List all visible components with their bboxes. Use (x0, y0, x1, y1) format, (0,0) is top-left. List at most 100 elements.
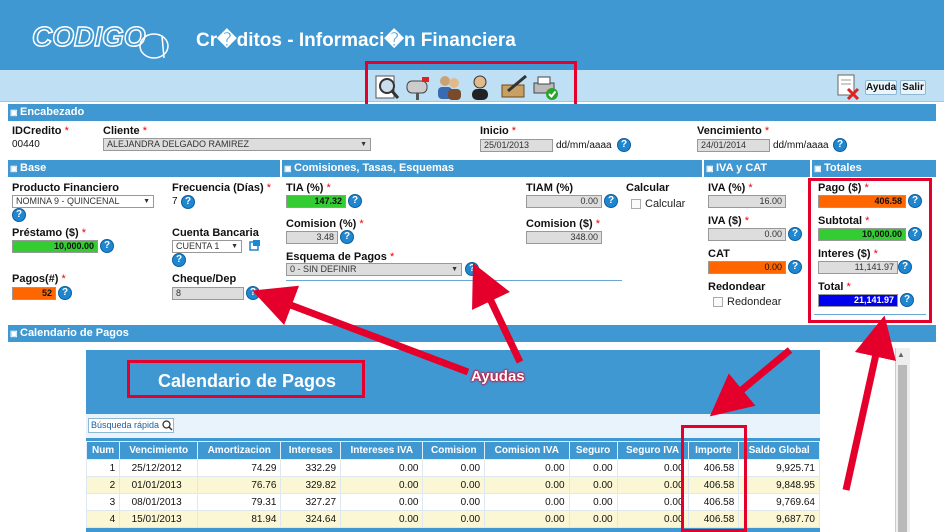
table-cell: 0.00 (340, 459, 424, 477)
pagos-input[interactable]: 52 (12, 287, 56, 300)
help-icon[interactable]: ? (172, 253, 186, 267)
help-icon[interactable]: ? (465, 262, 479, 276)
svg-text:CODIGO: CODIGO (32, 21, 146, 52)
table-cell: 0.00 (616, 476, 689, 494)
cat-label: CAT (708, 248, 730, 260)
redondear-checkbox-label: Redondear (727, 296, 782, 308)
table-cell: 0.00 (484, 510, 570, 528)
table-cell: 327.27 (280, 493, 342, 511)
inicio-label: Inicio * (480, 125, 517, 137)
producto-select[interactable]: NOMINA 9 - QUINCENAL (12, 195, 154, 208)
open-window-icon[interactable] (249, 239, 261, 251)
column-header[interactable]: Amortizacion (197, 441, 282, 460)
column-header[interactable]: Saldo Global (738, 441, 820, 460)
table-cell: 0.00 (340, 476, 424, 494)
column-header[interactable]: Comision (422, 441, 486, 460)
table-cell: 9,769.64 (738, 493, 820, 511)
section-base[interactable]: Base (8, 160, 280, 177)
calendar-title-highlight-box (127, 360, 365, 398)
section-totales[interactable]: Totales (812, 160, 936, 177)
section-comisiones[interactable]: Comisiones, Tasas, Esquemas (282, 160, 702, 177)
table-cell: 0.00 (340, 493, 424, 511)
esquema-select[interactable]: 0 - SIN DEFINIR (286, 263, 462, 276)
cliente-select[interactable]: ALEJANDRA DELGADO RAMIREZ (103, 138, 371, 151)
help-icon[interactable]: ? (833, 138, 847, 152)
table-cell: 4 (85, 510, 121, 528)
column-header[interactable]: Seguro (568, 441, 618, 460)
column-header[interactable]: Num (85, 441, 121, 460)
scrollbar-thumb[interactable] (898, 365, 907, 532)
table-cell: 0.00 (340, 510, 424, 528)
cat-input[interactable]: 0.00 (708, 261, 786, 274)
table-cell: 0.00 (484, 493, 570, 511)
section-iva-cat[interactable]: IVA y CAT (704, 160, 810, 177)
column-header[interactable]: Intereses (280, 441, 342, 460)
table-cell: 332.29 (280, 459, 342, 477)
comision-pct-input[interactable]: 3.48 (286, 231, 338, 244)
vencimiento-format-hint: dd/mm/aaaa (773, 140, 829, 151)
table-cell: 0.00 (422, 493, 486, 511)
help-icon[interactable]: ? (788, 260, 802, 274)
table-cell: 9,848.95 (738, 476, 820, 494)
search-icon[interactable] (162, 420, 173, 431)
calcular-checkbox-label: Calcular (645, 198, 686, 210)
page-title: Cr�ditos - Informaci�n Financiera (196, 30, 516, 51)
section-encabezado[interactable]: Encabezado (8, 104, 936, 121)
comision-amt-input[interactable]: 348.00 (526, 231, 602, 244)
calcular-checkbox[interactable] (631, 199, 641, 209)
esquema-label: Esquema de Pagos * (286, 251, 395, 263)
table-cell: 3 (85, 493, 121, 511)
vencimiento-date-input[interactable]: 24/01/2014 (697, 139, 770, 152)
section-title: Encabezado (20, 106, 85, 118)
help-icon[interactable]: ? (604, 194, 618, 208)
redondear-checkbox[interactable] (713, 297, 723, 307)
iva-pct-input[interactable]: 16.00 (708, 195, 786, 208)
producto-label: Producto Financiero (12, 182, 119, 194)
help-icon[interactable]: ? (788, 227, 802, 241)
tia-label: TIA (%) * (286, 182, 331, 194)
tiam-label: TIAM (%) (526, 182, 574, 194)
table-cell: 79.31 (197, 493, 282, 511)
table-cell: 74.29 (197, 459, 282, 477)
section-calendario[interactable]: Calendario de Pagos (8, 325, 936, 342)
table-cell: 0.00 (568, 476, 618, 494)
cuenta-select[interactable]: CUENTA 1 (172, 240, 242, 253)
prestamo-input[interactable]: 10,000.00 (12, 240, 98, 253)
help-button[interactable]: Ayuda (865, 80, 897, 95)
column-header[interactable]: Seguro IVA (616, 441, 689, 460)
help-icon[interactable]: ? (617, 138, 631, 152)
cheque-input[interactable]: 8 (172, 287, 244, 300)
tia-input[interactable]: 147.32 (286, 195, 346, 208)
column-header[interactable]: Vencimiento (119, 441, 199, 460)
exit-button[interactable]: Salir (900, 80, 926, 95)
cliente-label: Cliente * (103, 125, 148, 137)
help-icon[interactable]: ? (100, 239, 114, 253)
table-cell: 0.00 (422, 476, 486, 494)
help-icon[interactable]: ? (181, 195, 195, 209)
help-icon[interactable]: ? (12, 208, 26, 222)
scroll-up-icon[interactable]: ▲ (897, 350, 905, 359)
table-cell: 9,687.70 (738, 510, 820, 528)
tiam-input[interactable]: 0.00 (526, 195, 602, 208)
totales-highlight-box (808, 178, 932, 323)
help-icon[interactable]: ? (348, 194, 362, 208)
table-cell: 0.00 (422, 510, 486, 528)
close-document-icon[interactable] (836, 74, 860, 100)
inicio-date-input[interactable]: 25/01/2013 (480, 139, 553, 152)
frecuencia-value: 7 (172, 196, 178, 207)
iva-amt-input[interactable]: 0.00 (708, 228, 786, 241)
table-cell: 0.00 (616, 459, 689, 477)
help-icon[interactable]: ? (340, 230, 354, 244)
column-header[interactable]: Comision IVA (484, 441, 570, 460)
comision-amt-label: Comision ($) * (526, 218, 600, 230)
table-cell: 15/01/2013 (119, 510, 199, 528)
help-icon[interactable]: ? (58, 286, 72, 300)
codigo-logo: CODIGO (31, 20, 169, 59)
iva-pct-label: IVA (%) * (708, 182, 753, 194)
cuenta-label: Cuenta Bancaria (172, 227, 259, 239)
prestamo-label: Préstamo ($) * (12, 227, 86, 239)
column-header[interactable]: Intereses IVA (340, 441, 424, 460)
iva-amt-label: IVA ($) * (708, 215, 749, 227)
help-icon[interactable]: ? (246, 286, 260, 300)
table-cell: 324.64 (280, 510, 342, 528)
